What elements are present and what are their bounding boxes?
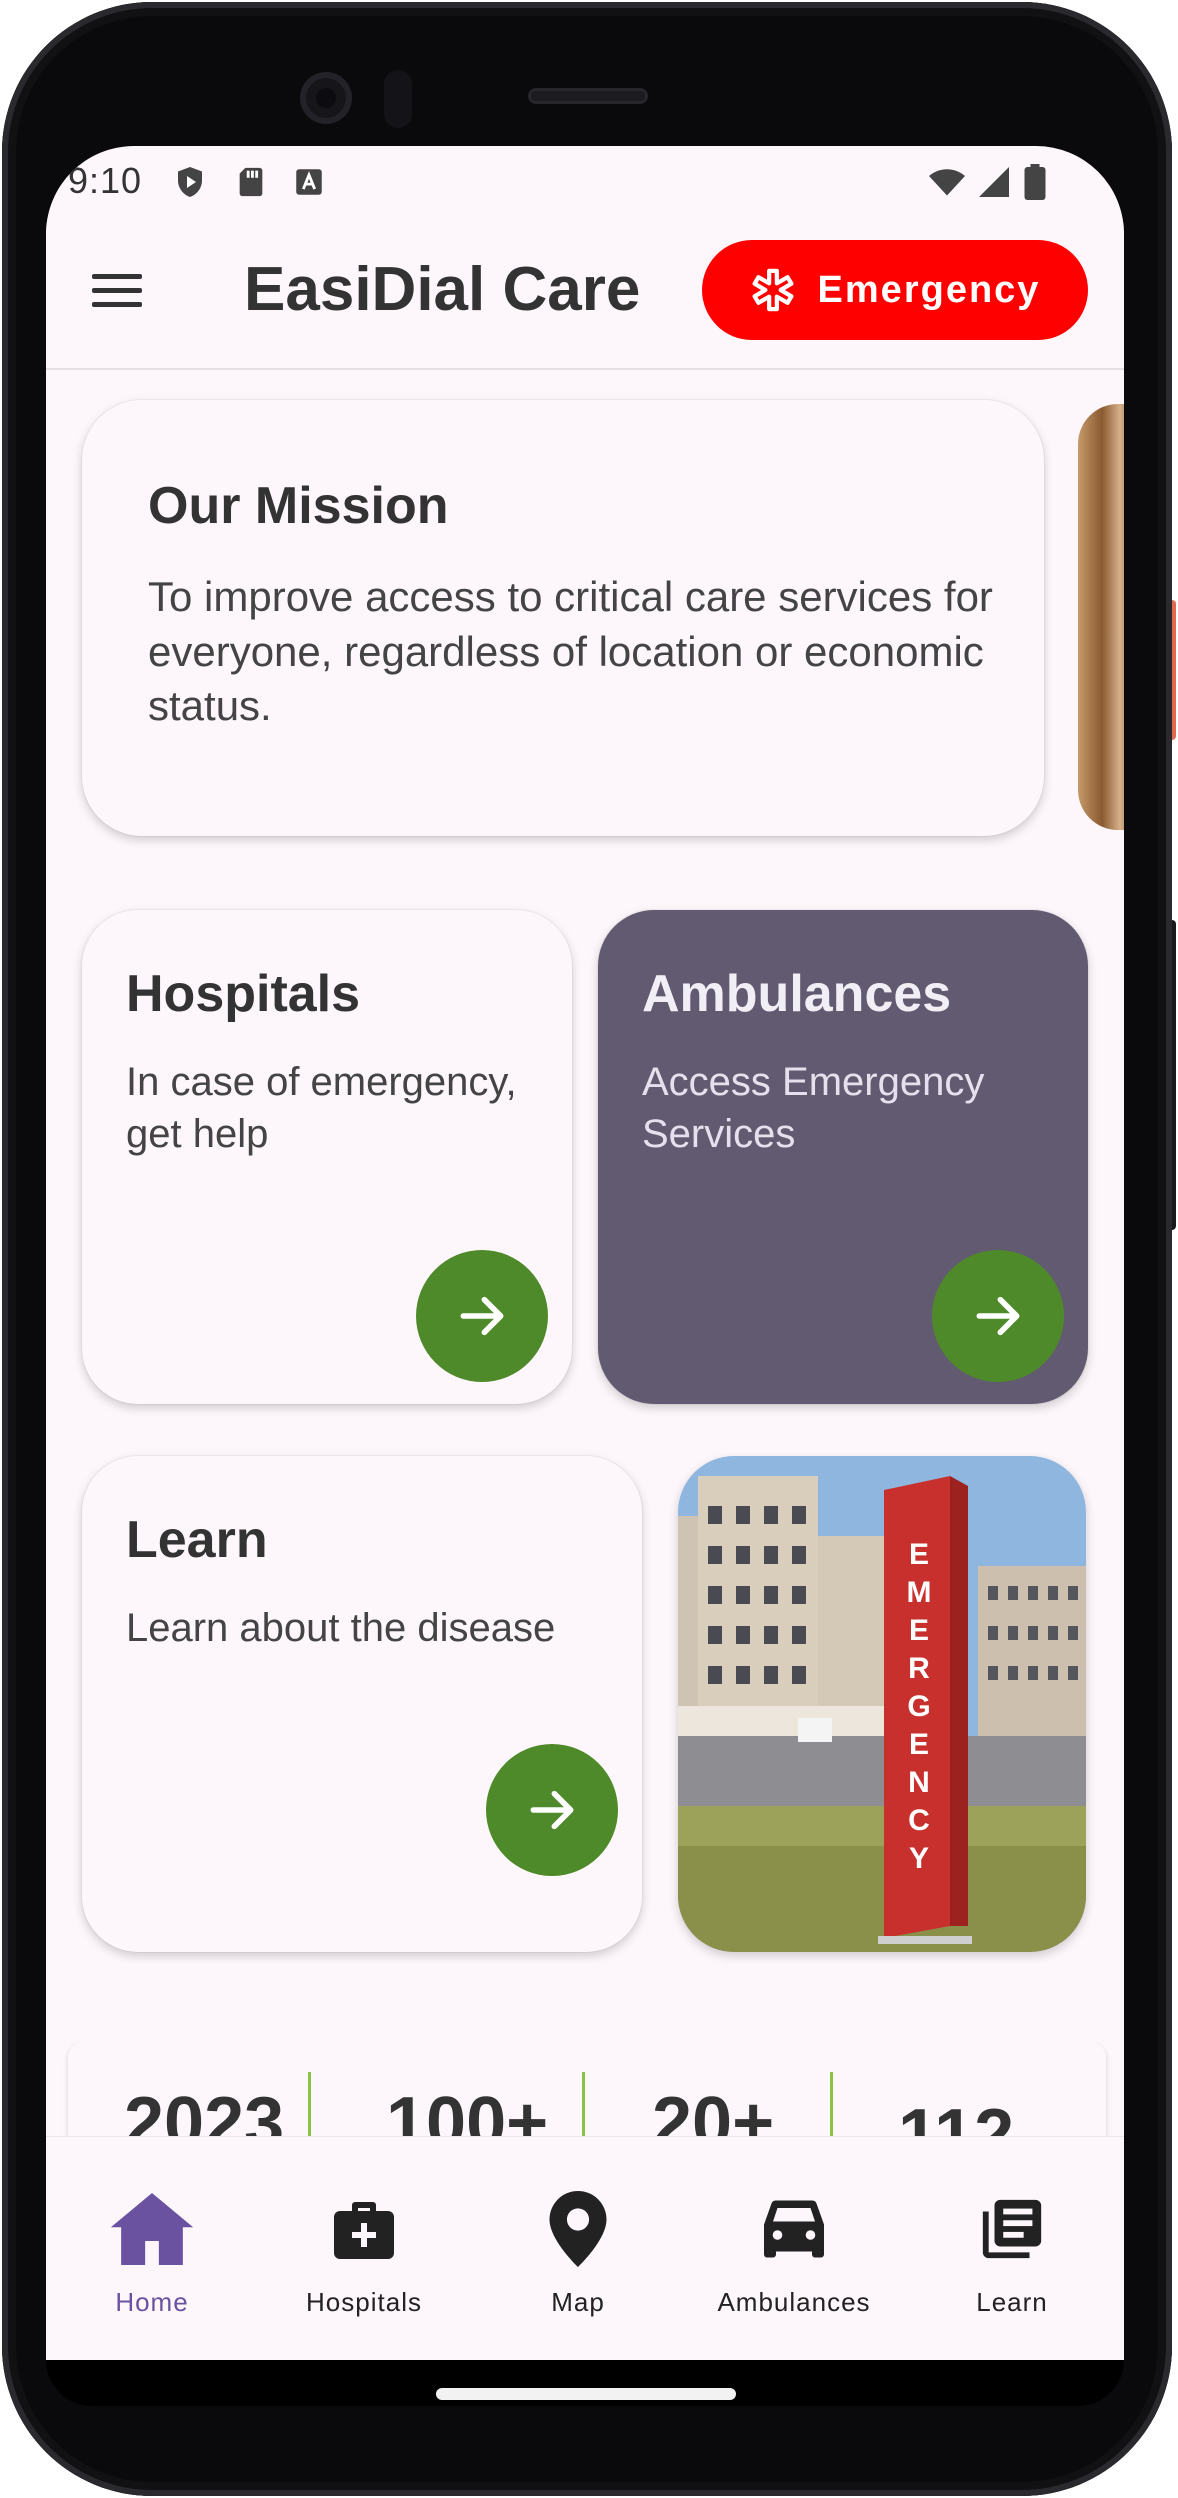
play-protect-icon	[178, 167, 202, 197]
ambulances-arrow-button[interactable]	[932, 1250, 1064, 1382]
nav-label: Learn	[976, 2287, 1048, 2317]
stat-divider	[830, 2072, 833, 2136]
stat-divider	[582, 2072, 585, 2136]
stat-value: 112	[898, 2095, 1015, 2136]
hamburger-line	[92, 301, 142, 307]
wifi-icon	[929, 169, 965, 196]
status-time: 9:10	[68, 160, 143, 201]
nav-map[interactable]: Map	[478, 2137, 678, 2360]
arrow-right-icon	[976, 1296, 1020, 1336]
app-screen: 9:10 EasiDial Care Emergency Our Mission…	[46, 146, 1124, 2360]
home-icon	[110, 2189, 194, 2269]
hospital-emergency-photo: EMERGENCY	[678, 1456, 1086, 1952]
hospitals-card[interactable]: Hospitals In case of emergency, get help	[82, 910, 572, 1404]
nav-label: Ambulances	[717, 2287, 871, 2317]
library-books-icon	[977, 2189, 1047, 2269]
stat-value: 20+	[652, 2083, 775, 2136]
nav-label: Map	[551, 2287, 605, 2317]
front-camera	[300, 72, 352, 124]
bottom-navigation: Home Hospitals Map Ambulances Learn	[46, 2136, 1124, 2360]
home-content: Our Mission To improve access to critica…	[46, 370, 1124, 2136]
learn-card[interactable]: Learn Learn about the disease	[82, 1456, 642, 1952]
nav-hospitals[interactable]: Hospitals	[264, 2137, 464, 2360]
stat-value: 100+	[386, 2083, 549, 2136]
proximity-sensor	[384, 70, 412, 128]
hamburger-line	[92, 273, 142, 279]
hamburger-line	[92, 287, 142, 293]
car-icon	[758, 2189, 830, 2269]
earpiece-speaker	[528, 88, 648, 104]
nav-home[interactable]: Home	[52, 2137, 252, 2360]
menu-button[interactable]	[92, 260, 152, 320]
home-gesture-bar[interactable]	[436, 2388, 736, 2400]
signal-icon	[979, 167, 1009, 197]
app-title: EasiDial Care	[244, 255, 641, 324]
sd-card-icon	[239, 167, 263, 197]
learn-arrow-button[interactable]	[486, 1744, 618, 1876]
nav-ambulances[interactable]: Ambulances	[694, 2137, 894, 2360]
ambulances-card[interactable]: Ambulances Access Emergency Services	[598, 910, 1088, 1404]
stat-divider	[308, 2072, 311, 2136]
nav-learn[interactable]: Learn	[912, 2137, 1112, 2360]
hospitals-arrow-button[interactable]	[416, 1250, 548, 1382]
nav-label: Hospitals	[306, 2287, 422, 2317]
mission-title: Our Mission	[148, 477, 449, 535]
nav-label: Home	[115, 2287, 189, 2317]
mission-text: To improve access to critical care servi…	[148, 573, 993, 730]
asterisk-medical-icon	[752, 268, 794, 312]
learn-subtitle: Learn about the disease	[126, 1606, 556, 1650]
ambulances-title: Ambulances	[642, 965, 952, 1023]
status-bar: 9:10	[46, 146, 1124, 218]
ambulances-subtitle: Access Emergency Services	[642, 1060, 985, 1156]
stat-value: 2023	[124, 2083, 285, 2136]
medical-bag-icon	[328, 2189, 400, 2269]
top-app-bar: EasiDial Care Emergency	[46, 218, 1124, 370]
battery-icon	[1024, 164, 1046, 200]
map-pin-icon	[548, 2189, 608, 2269]
font-a-icon	[296, 169, 322, 195]
learn-title: Learn	[126, 1511, 268, 1569]
emergency-label: Emergency	[817, 268, 1041, 311]
arrow-right-icon	[460, 1296, 504, 1336]
emergency-button[interactable]: Emergency	[702, 240, 1088, 340]
stats-viewport: 2023 100+ 20+ 112	[46, 2042, 1124, 2136]
hospitals-subtitle: In case of emergency, get help	[126, 1060, 517, 1156]
carousel-next-image[interactable]	[1078, 404, 1124, 830]
emergency-sign-text: EMERGENCY	[906, 1538, 932, 1875]
mission-card: Our Mission To improve access to critica…	[82, 400, 1044, 836]
hospitals-title: Hospitals	[126, 965, 361, 1023]
arrow-right-icon	[530, 1790, 574, 1830]
hospital-photo-illustration	[678, 1456, 1086, 1952]
